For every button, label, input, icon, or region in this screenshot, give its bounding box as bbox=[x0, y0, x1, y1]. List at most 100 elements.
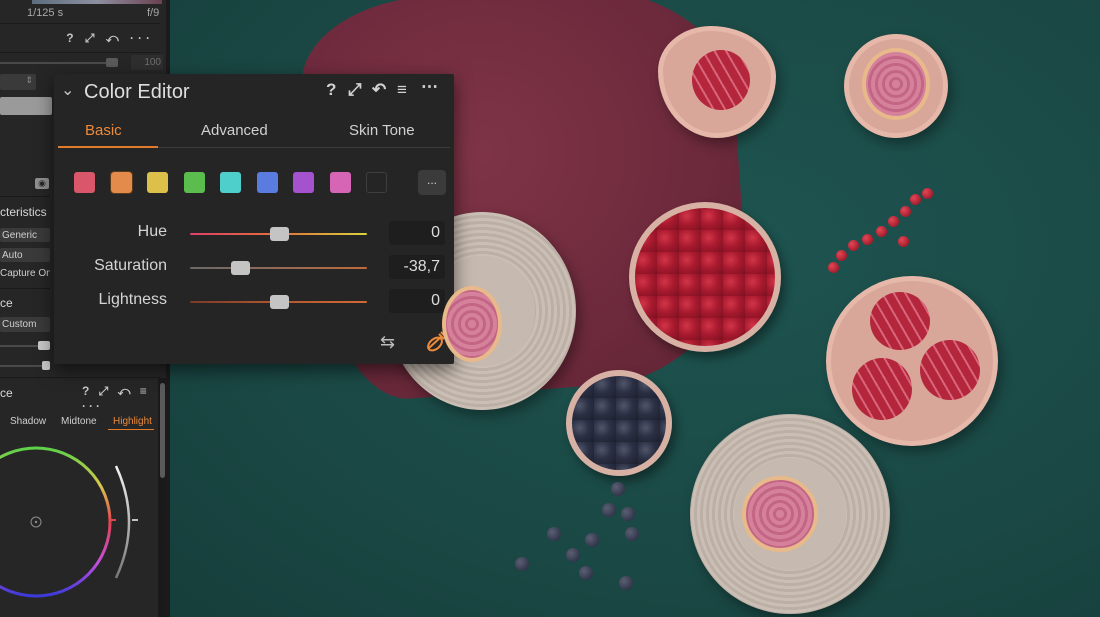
photo-currant bbox=[876, 226, 887, 237]
color-wheel-center-dot bbox=[34, 520, 38, 524]
hue-slider-knob[interactable] bbox=[269, 227, 289, 241]
color-balance-title: ce bbox=[0, 386, 13, 400]
tool-header: ? ⤢ ↶ ··· bbox=[0, 31, 160, 47]
opacity-slider-track[interactable] bbox=[0, 62, 110, 64]
lightness-value-field[interactable]: 0 bbox=[389, 289, 445, 313]
color-wheel-ring[interactable] bbox=[0, 446, 112, 598]
tab-highlight-underline bbox=[108, 429, 154, 430]
photo-blueberry-bowl bbox=[566, 370, 672, 476]
shutter-speed: 1/125 s bbox=[27, 7, 64, 19]
sidebar-scrollbar-thumb[interactable] bbox=[160, 383, 165, 478]
swatch-cyan[interactable] bbox=[220, 172, 241, 193]
aperture: f/9 bbox=[147, 7, 160, 19]
photo-blueberry bbox=[566, 548, 580, 562]
float-panel-icon[interactable]: ⤢ bbox=[348, 80, 362, 100]
tab-shadow[interactable]: Shadow bbox=[10, 416, 46, 427]
luminance-arc[interactable] bbox=[114, 465, 131, 579]
photo-raspberry-bowl bbox=[629, 202, 781, 352]
layer-preview[interactable] bbox=[0, 97, 52, 115]
swatch-magenta[interactable] bbox=[329, 172, 351, 193]
tab-basic[interactable]: Basic bbox=[85, 122, 122, 139]
characteristics-title: cteristics bbox=[0, 205, 47, 219]
opacity-value[interactable]: 100 bbox=[131, 55, 163, 70]
swatch-red[interactable] bbox=[74, 172, 95, 193]
swatch-orange[interactable] bbox=[109, 171, 133, 194]
eye-icon[interactable]: ◉ bbox=[35, 178, 49, 189]
photo-currant bbox=[888, 216, 899, 227]
photo-currant bbox=[922, 188, 933, 199]
profile-dropdown[interactable]: Capture On bbox=[0, 268, 50, 279]
photo-blueberry bbox=[579, 566, 593, 580]
photo-biscuit bbox=[852, 358, 912, 420]
more-options-icon[interactable]: ⋯ bbox=[421, 77, 438, 97]
wb-tint-slider-track[interactable] bbox=[0, 365, 44, 367]
photo-biscuit bbox=[870, 292, 930, 350]
saturation-value-field[interactable]: -38,7 bbox=[389, 255, 445, 279]
photo-blueberry bbox=[619, 576, 633, 590]
swatch-empty[interactable] bbox=[366, 172, 387, 193]
sidebar-scrollbar[interactable] bbox=[158, 378, 166, 617]
color-editor-header: ⌄ Color Editor ? ⤢ ↶ ≡ ⋯ bbox=[54, 74, 454, 110]
tab-skin-tone[interactable]: Skin Tone bbox=[349, 122, 415, 139]
photo-currant bbox=[836, 250, 847, 261]
active-tab-underline bbox=[58, 146, 158, 148]
tool-header-icons[interactable]: ? ⤢ ↶ ··· bbox=[66, 31, 154, 46]
hue-value-field[interactable]: 0 bbox=[389, 221, 445, 245]
exif-bar: 1/125 s f/9 bbox=[0, 0, 162, 24]
photo-blueberry bbox=[602, 503, 616, 517]
engine-dropdown[interactable]: Auto bbox=[0, 248, 50, 262]
adjust-sliders-icon[interactable]: ⇆ bbox=[380, 332, 395, 353]
lightness-slider-knob[interactable] bbox=[269, 295, 289, 309]
wb-kelvin-slider-track[interactable] bbox=[0, 345, 40, 347]
photo-currant bbox=[910, 194, 921, 205]
photo-currant bbox=[900, 206, 911, 217]
photo-currant bbox=[862, 234, 873, 245]
more-swatches-button[interactable]: ... bbox=[418, 170, 446, 195]
divider bbox=[0, 288, 50, 289]
photo-blueberry bbox=[625, 527, 639, 541]
color-balance-header-icons[interactable]: ? ⤢ ↶ ≡ ··· bbox=[82, 384, 170, 413]
tab-advanced[interactable]: Advanced bbox=[201, 122, 268, 139]
tab-highlight[interactable]: Highlight bbox=[113, 416, 152, 427]
photo-biscuit bbox=[692, 50, 750, 110]
wb-mode-dropdown[interactable]: Custom bbox=[0, 317, 50, 332]
lightness-slider-track[interactable] bbox=[190, 295, 367, 309]
photo-currant bbox=[848, 240, 859, 251]
swatch-blue[interactable] bbox=[256, 172, 278, 193]
white-balance-title: ce bbox=[0, 296, 13, 310]
layer-dropdown[interactable]: ⇕ bbox=[0, 74, 36, 90]
color-editor-panel: ⌄ Color Editor ? ⤢ ↶ ≡ ⋯ Basic Advanced … bbox=[54, 74, 454, 364]
lightness-label: Lightness bbox=[98, 291, 168, 308]
color-wheel[interactable] bbox=[0, 440, 160, 610]
photo-tart bbox=[862, 48, 930, 120]
saturation-slider-track[interactable] bbox=[190, 261, 367, 275]
help-icon[interactable]: ? bbox=[326, 80, 336, 100]
divider bbox=[0, 196, 50, 197]
swatch-green[interactable] bbox=[183, 172, 205, 193]
photo-tart bbox=[742, 476, 818, 552]
hue-label: Hue bbox=[137, 223, 167, 240]
saturation-slider-knob[interactable] bbox=[230, 261, 250, 275]
photo-blueberry bbox=[515, 557, 529, 571]
photo-blueberry bbox=[547, 527, 561, 541]
chevron-down-icon[interactable]: ⌄ bbox=[61, 80, 74, 100]
hue-slider-track[interactable] bbox=[190, 227, 367, 241]
swatch-purple[interactable] bbox=[293, 172, 314, 193]
photo-blueberry bbox=[621, 507, 635, 521]
histogram bbox=[32, 0, 162, 4]
tab-midtone[interactable]: Midtone bbox=[61, 416, 97, 427]
curve-dropdown[interactable]: Generic bbox=[0, 228, 50, 242]
photo-biscuit bbox=[920, 340, 980, 400]
color-editor-tabs: Basic Advanced Skin Tone bbox=[58, 118, 450, 148]
reset-icon[interactable]: ↶ bbox=[372, 80, 386, 100]
wb-kelvin-slider-knob[interactable] bbox=[38, 341, 50, 350]
photo-blueberry bbox=[611, 482, 625, 496]
opacity-slider-knob[interactable] bbox=[106, 58, 118, 67]
presets-menu-icon[interactable]: ≡ bbox=[397, 80, 407, 100]
photo-tart bbox=[442, 286, 502, 362]
saturation-label: Saturation bbox=[94, 257, 167, 274]
photo-blueberry bbox=[585, 533, 599, 547]
swatch-yellow[interactable] bbox=[147, 172, 168, 193]
wb-tint-slider-knob[interactable] bbox=[42, 361, 50, 370]
panel-title: Color Editor bbox=[84, 81, 190, 103]
